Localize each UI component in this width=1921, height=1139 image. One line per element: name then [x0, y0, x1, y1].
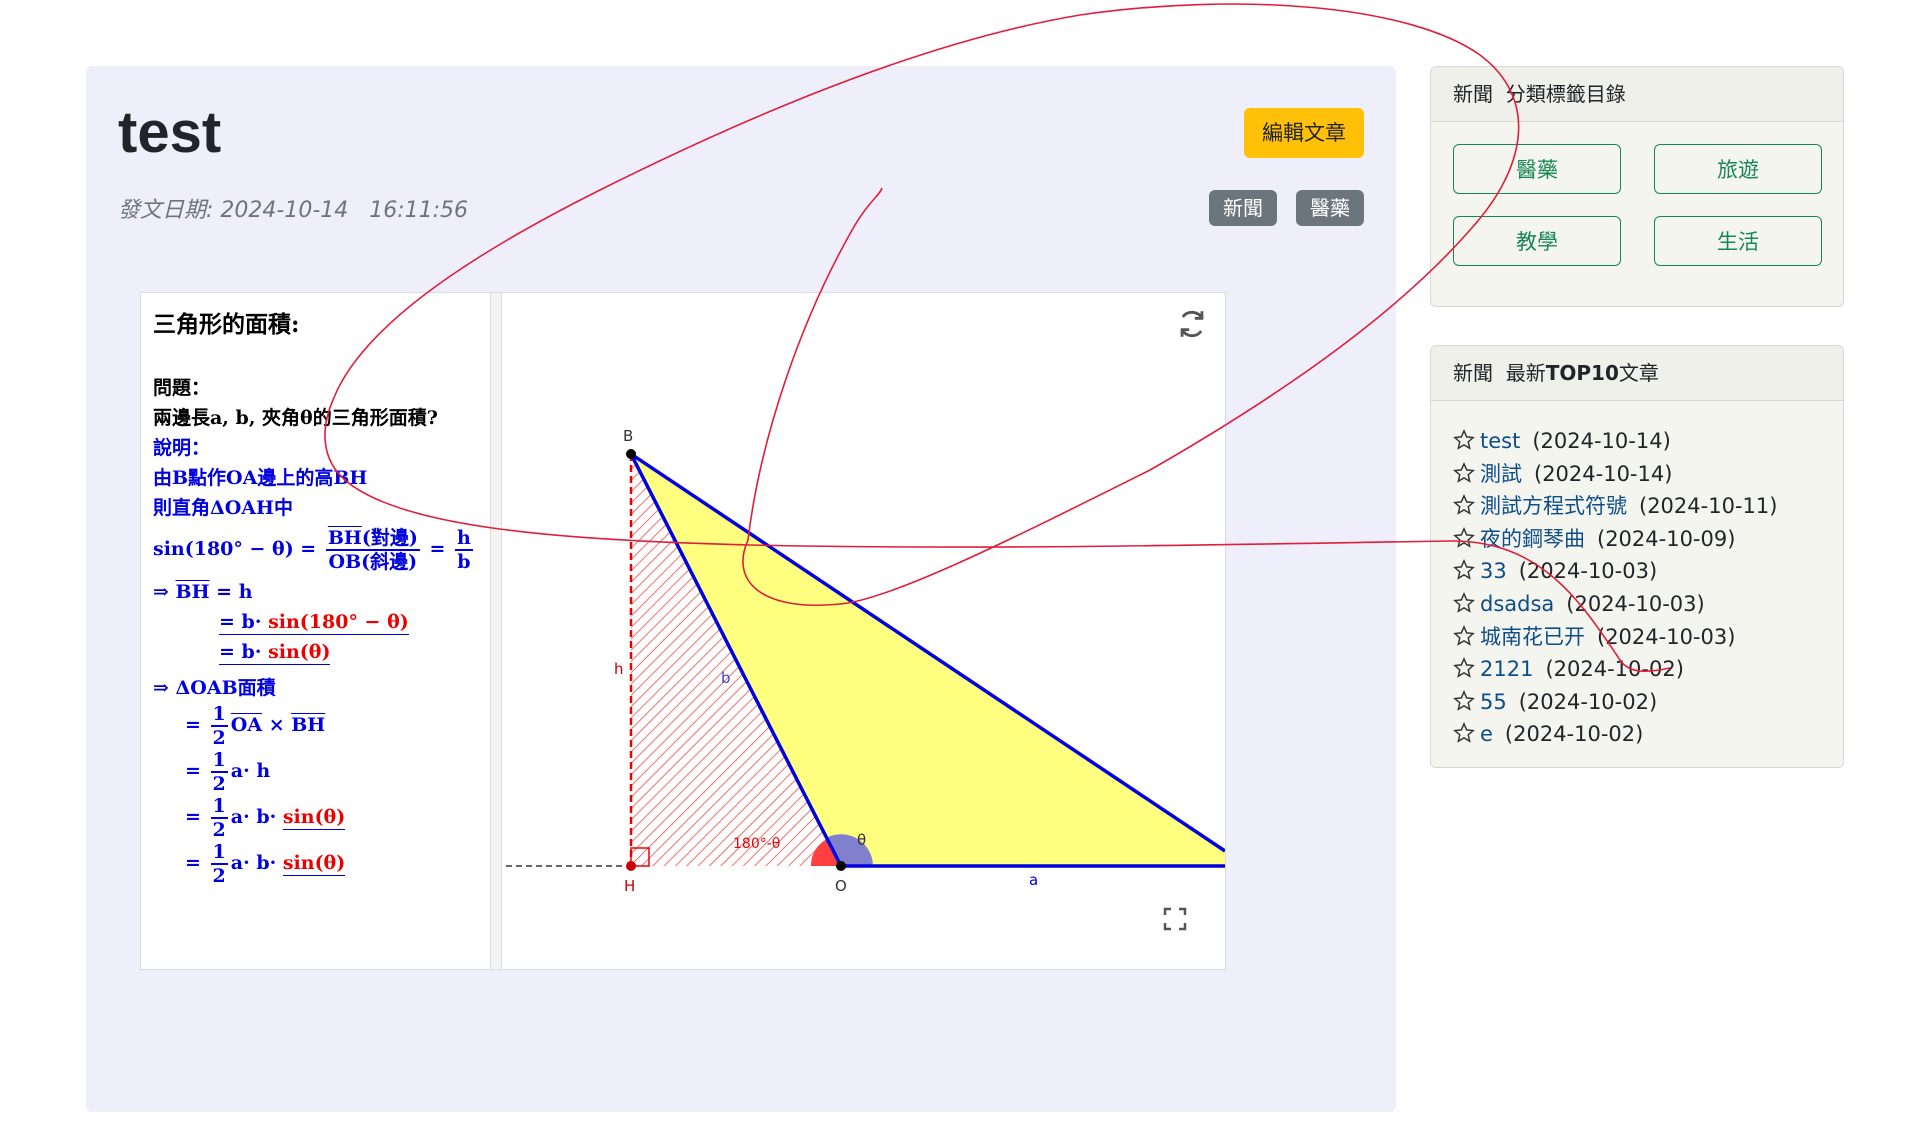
top10-item-link[interactable]: e: [1480, 722, 1493, 746]
point-o[interactable]: [836, 861, 846, 871]
top10-card: 新聞 最新TOP10文章 test (2024-10-14) 測試 (2024-10-…: [1430, 345, 1844, 768]
top10-item: test (2024-10-14): [1453, 425, 1843, 458]
top10-item-link[interactable]: test: [1480, 429, 1520, 453]
top10-item: e (2024-10-02): [1453, 718, 1843, 751]
top10-item-date: (2024-10-03): [1566, 591, 1705, 616]
formula-bh-3: = b· sin(θ): [219, 641, 331, 665]
geometry-graph[interactable]: B H O h b a θ 180°-θ: [501, 293, 1225, 970]
explain-label: 說明：: [153, 437, 211, 459]
top10-item: dsadsa (2024-10-03): [1453, 588, 1843, 621]
top10-header-prefix: 新聞 最新: [1453, 361, 1546, 385]
point-h[interactable]: [626, 861, 636, 871]
star-icon: [1453, 429, 1475, 450]
category-button-life[interactable]: 生活: [1654, 216, 1822, 266]
top10-item-link[interactable]: 城南花已开: [1480, 625, 1585, 649]
top10-item-link[interactable]: dsadsa: [1480, 592, 1554, 616]
top10-item-link[interactable]: 2121: [1480, 657, 1533, 681]
top10-item-link[interactable]: 測試方程式符號: [1480, 494, 1627, 518]
star-icon: [1453, 559, 1475, 581]
top10-item-link[interactable]: 55: [1480, 690, 1507, 714]
star-icon: [1453, 624, 1475, 646]
explain-line-1: 由B點作OA邊上的高BH: [153, 467, 368, 489]
label-point-o: O: [835, 877, 847, 895]
geometry-applet[interactable]: 三角形的面積: 問題： 兩邊長a, b, 夾角θ的三角形面積? 說明： 由B點作…: [140, 292, 1226, 970]
top10-item: 測試 (2024-10-14): [1453, 458, 1843, 491]
category-grid: 醫藥 旅遊 教學 生活: [1431, 122, 1843, 306]
refresh-icon[interactable]: [1175, 307, 1209, 341]
top10-card-header: 新聞 最新TOP10文章: [1431, 346, 1843, 401]
category-button-medicine[interactable]: 醫藥: [1453, 144, 1621, 194]
formula-bh: ⇒ BH = h: [153, 581, 253, 603]
tag-badge-news[interactable]: 新聞: [1209, 190, 1277, 226]
top10-item: 33 (2024-10-03): [1453, 555, 1843, 588]
top10-item-link[interactable]: 33: [1480, 559, 1507, 583]
point-b[interactable]: [626, 449, 636, 459]
top10-item-date: (2024-10-14): [1534, 461, 1673, 486]
top10-item-date: (2024-10-09): [1597, 526, 1736, 551]
star-icon: [1453, 461, 1475, 483]
formula-sin: sin(180° − θ) = BH(對邊) OB(斜邊) = hb: [153, 527, 473, 573]
article-card: test 編輯文章 發文日期: 2024-10-14 16:11:56 新聞 醫…: [86, 66, 1396, 1112]
label-a: a: [1029, 871, 1038, 889]
top10-item: 55 (2024-10-02): [1453, 686, 1843, 719]
fullscreen-icon[interactable]: [1163, 907, 1187, 931]
top10-item-date: (2024-10-03): [1597, 624, 1736, 649]
top10-header-bold: TOP10: [1545, 361, 1619, 385]
label-h: h: [614, 660, 624, 678]
star-icon: [1453, 494, 1475, 515]
top10-item-date: (2024-10-14): [1532, 429, 1671, 453]
top10-item: 測試方程式符號 (2024-10-11): [1453, 490, 1843, 523]
category-button-teaching[interactable]: 教學: [1453, 216, 1621, 266]
tag-list: 新聞 醫藥: [1209, 190, 1364, 226]
star-icon: [1453, 526, 1475, 548]
post-date: 發文日期: 2024-10-14 16:11:56: [118, 198, 469, 223]
top10-item-date: (2024-10-03): [1518, 559, 1658, 584]
tag-badge-medicine[interactable]: 醫藥: [1296, 190, 1364, 226]
label-b: b: [721, 669, 731, 687]
area-label: ΔOAB面積: [175, 677, 276, 699]
star-icon: [1453, 722, 1475, 744]
formula-area-4: = 1 2 a· b· sin(θ): [185, 841, 346, 887]
top10-header-suffix: 文章: [1618, 361, 1659, 385]
category-card: 新聞 分類標籤目錄 醫藥 旅遊 教學 生活: [1430, 66, 1844, 307]
star-icon: [1453, 689, 1475, 711]
star-icon: [1453, 657, 1475, 678]
top10-item-link[interactable]: 測試: [1480, 462, 1522, 486]
article-title: test: [118, 100, 222, 165]
top10-item: 2121 (2024-10-02): [1453, 653, 1843, 686]
star-icon: [1453, 591, 1475, 613]
top10-item: 夜的鋼琴曲 (2024-10-09): [1453, 523, 1843, 556]
top10-item-link[interactable]: 夜的鋼琴曲: [1480, 527, 1585, 551]
explain-line-2: 則直角ΔOAH中: [153, 497, 293, 519]
label-point-h: H: [624, 877, 635, 895]
applet-heading: 三角形的面積:: [153, 311, 300, 338]
top10-item-date: (2024-10-02): [1545, 657, 1684, 682]
top10-item-date: (2024-10-02): [1518, 689, 1658, 714]
algebra-pane: 三角形的面積: 問題： 兩邊長a, b, 夾角θ的三角形面積? 說明： 由B點作…: [141, 293, 491, 969]
formula-area-1: = 1 2 OA × BH: [185, 703, 326, 749]
label-point-b: B: [623, 427, 633, 445]
category-card-header: 新聞 分類標籤目錄: [1431, 67, 1843, 122]
category-button-travel[interactable]: 旅遊: [1654, 144, 1822, 194]
top10-item: 城南花已开 (2024-10-03): [1453, 621, 1843, 654]
label-theta: θ: [857, 831, 866, 849]
edit-article-button[interactable]: 編輯文章: [1244, 108, 1364, 158]
formula-area-label: ⇒ ΔOAB面積: [153, 677, 276, 699]
label-supplementary: 180°-θ: [733, 836, 780, 852]
formula-area-2: = 1 2 a· h: [185, 749, 271, 795]
top10-list: test (2024-10-14) 測試 (2024-10-14) 測試方程式符號 (20…: [1431, 401, 1843, 767]
formula-bh-2: = b· sin(180° − θ): [219, 611, 409, 635]
top10-item-date: (2024-10-11): [1639, 494, 1778, 519]
top10-item-date: (2024-10-02): [1504, 722, 1644, 747]
formula-area-3: = 1 2 a· b· sin(θ): [185, 795, 346, 841]
problem-label: 問題：: [153, 377, 211, 399]
problem-text: 兩邊長a, b, 夾角θ的三角形面積?: [153, 407, 438, 429]
